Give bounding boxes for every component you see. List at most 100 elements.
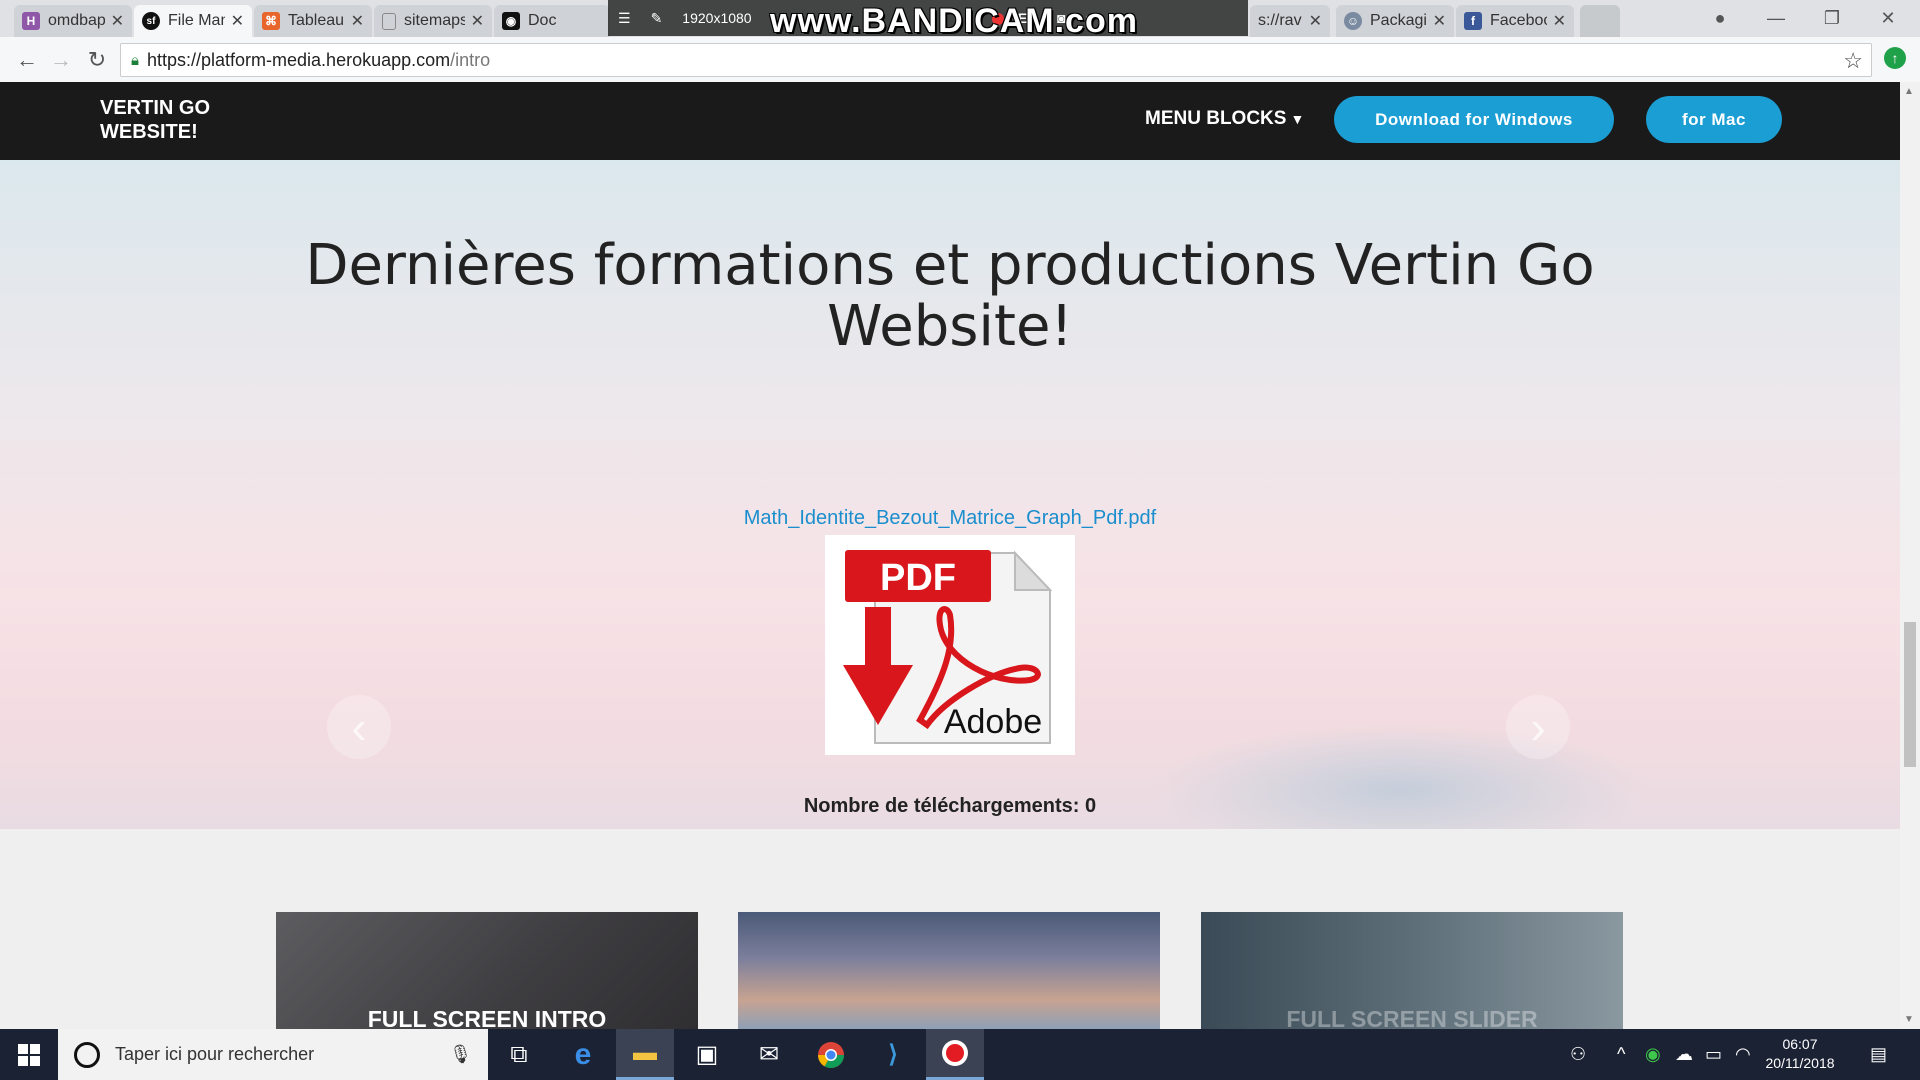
menu-icon[interactable]: ☰ xyxy=(618,10,631,27)
onedrive-icon[interactable]: ☁ xyxy=(1675,1029,1693,1080)
download-windows-button[interactable]: Download for Windows xyxy=(1334,96,1614,143)
docs-favicon-icon: ◉ xyxy=(502,12,520,30)
edge-icon[interactable]: e xyxy=(554,1029,612,1080)
tab-tableau[interactable]: ⌘ Tableau de ✕ xyxy=(254,5,372,37)
card-full-screen-slider[interactable]: FULL SCREEN SLIDER xyxy=(1201,912,1623,1029)
packagist-favicon-icon: ☺ xyxy=(1344,12,1362,30)
download-count: Nombre de téléchargements: 0 xyxy=(803,795,1097,817)
pin-icon[interactable]: ✎ xyxy=(651,10,663,27)
close-tab-icon[interactable]: ✕ xyxy=(231,11,244,31)
tab-facebook[interactable]: f Facebook ✕ xyxy=(1456,5,1574,37)
tab-packagist[interactable]: ☺ Packagist ✕ xyxy=(1336,5,1454,37)
tab-doc[interactable]: ◉ Doc xyxy=(494,5,610,37)
task-view-icon[interactable]: ⧉ xyxy=(490,1029,548,1080)
close-tab-icon[interactable]: ✕ xyxy=(1433,11,1446,31)
gallery-section: FULL SCREEN INTRO FULL SCREEN SLIDER xyxy=(0,829,1900,1029)
site-brand[interactable]: VERTIN GO WEBSITE! xyxy=(100,96,240,144)
scroll-up-icon[interactable]: ▲ xyxy=(1904,86,1914,97)
tray-chevron-icon[interactable]: ^ xyxy=(1617,1029,1625,1080)
vscode-icon[interactable]: ⟩ xyxy=(864,1029,922,1080)
minimize-button[interactable]: — xyxy=(1748,0,1804,37)
card-full-screen-intro[interactable]: FULL SCREEN INTRO xyxy=(276,912,698,1029)
store-icon[interactable]: ▣ xyxy=(678,1029,736,1080)
url-path: /intro xyxy=(450,49,491,70)
tab-title: s://rav xyxy=(1258,12,1302,29)
close-tab-icon[interactable]: ✕ xyxy=(1309,11,1322,31)
card-sunset[interactable] xyxy=(738,912,1160,1029)
chrome-icon[interactable] xyxy=(802,1029,860,1080)
close-tab-icon[interactable]: ✕ xyxy=(351,11,364,31)
battery-icon[interactable]: ▭ xyxy=(1705,1029,1722,1080)
reload-icon[interactable]: ↻ xyxy=(82,45,112,75)
pdf-file-icon[interactable]: PDF Adobe xyxy=(825,535,1075,755)
hero-title: Dernières formations et productions Vert… xyxy=(305,233,1595,359)
close-tab-icon[interactable]: ✕ xyxy=(111,11,124,31)
file-link-text[interactable]: Math_Identite_Bezout_Matrice_Graph_Pdf.p… xyxy=(744,507,1156,529)
close-tab-icon[interactable]: ✕ xyxy=(471,11,484,31)
forward-arrow-icon[interactable]: → xyxy=(46,45,76,75)
web-page: VERTIN GO WEBSITE! MENU BLOCKS ▼ Download… xyxy=(0,82,1900,1029)
taskbar-clock[interactable]: 06:07 20/11/2018 xyxy=(1760,1035,1840,1073)
adobe-label: Adobe xyxy=(944,703,1042,741)
hero-section: Dernières formations et productions Vert… xyxy=(0,160,1900,829)
tab-favicon-icon: H xyxy=(22,12,40,30)
tab-omdbapi[interactable]: H omdbapi-a ✕ xyxy=(14,5,132,37)
tab-title: Facebook xyxy=(1490,12,1547,29)
caret-down-icon: ▼ xyxy=(1290,111,1305,127)
symfony-favicon-icon: sf xyxy=(142,12,160,30)
carousel-prev-arrow-icon[interactable]: ‹ xyxy=(327,695,391,759)
restore-button[interactable]: ❐ xyxy=(1804,0,1860,37)
tab-title: sitemaps.c xyxy=(404,12,465,29)
search-placeholder: Taper ici pour rechercher xyxy=(115,1044,315,1064)
tab-title: Doc xyxy=(528,12,557,29)
bandicam-watermark: www.BANDICAM.com xyxy=(770,2,1138,40)
tab-sitemaps[interactable]: sitemaps.c ✕ xyxy=(374,5,492,37)
browser-toolbar: ← → ↻ 🔒︎ https://platform-media.herokuap… xyxy=(0,37,1920,83)
facebook-favicon-icon: f xyxy=(1464,12,1482,30)
extension-icon[interactable]: ↑ xyxy=(1884,47,1906,69)
card-label: FULL SCREEN SLIDER xyxy=(1286,1006,1538,1029)
bookmark-star-icon[interactable]: ☆ xyxy=(1843,48,1863,74)
pdf-label: PDF xyxy=(880,557,956,599)
wifi-icon[interactable]: ◠ xyxy=(1735,1029,1751,1080)
address-bar[interactable]: 🔒︎ https://platform-media.herokuapp.com … xyxy=(120,43,1872,77)
windows-taskbar: Taper ici pour rechercher 🎙︎ ⧉ e ▬ ▣ ✉ ⟩… xyxy=(0,1029,1920,1080)
back-arrow-icon[interactable]: ← xyxy=(12,45,42,75)
carousel-next-arrow-icon[interactable]: › xyxy=(1506,695,1570,759)
action-center-icon[interactable]: ▤ xyxy=(1870,1029,1887,1080)
menu-blocks-label: MENU BLOCKS xyxy=(1145,108,1287,129)
card-label: FULL SCREEN INTRO xyxy=(367,1006,607,1029)
tab-title: Packagist xyxy=(1370,12,1427,29)
site-navbar: VERTIN GO WEBSITE! MENU BLOCKS ▼ Download… xyxy=(0,82,1900,160)
new-tab-button[interactable] xyxy=(1580,5,1620,37)
clock-time: 06:07 xyxy=(1782,1036,1818,1052)
taskbar-search-box[interactable]: Taper ici pour rechercher 🎙︎ xyxy=(58,1029,488,1080)
tray-app-icon[interactable]: ◉ xyxy=(1645,1029,1661,1080)
close-window-button[interactable]: ✕ xyxy=(1860,0,1916,37)
download-mac-button[interactable]: for Mac xyxy=(1646,96,1782,143)
profile-icon[interactable]: ● xyxy=(1692,0,1748,37)
clock-date: 20/11/2018 xyxy=(1765,1055,1835,1071)
file-link[interactable]: Math_Identite_Bezout_Matrice_Graph_Pdf.p… xyxy=(600,507,1300,530)
microphone-icon[interactable]: 🎙︎ xyxy=(449,1044,472,1065)
tab-title: File Manag xyxy=(168,12,225,29)
people-icon[interactable]: ⚇ xyxy=(1570,1029,1586,1080)
page-scrollbar[interactable]: ▲ ▼ xyxy=(1900,82,1920,1029)
scroll-down-icon[interactable]: ▼ xyxy=(1904,1014,1914,1025)
resolution-label: 1920x1080 xyxy=(682,10,752,26)
tab-raw[interactable]: s://rav ✕ xyxy=(1250,5,1330,37)
tab-file-manager[interactable]: sf File Manag ✕ xyxy=(134,5,252,37)
scrollbar-thumb[interactable] xyxy=(1904,622,1916,767)
windows-start-icon[interactable] xyxy=(0,1029,58,1080)
cortana-icon xyxy=(74,1041,100,1068)
document-favicon-icon xyxy=(382,12,396,30)
tab-title: Tableau de xyxy=(288,12,345,29)
menu-blocks-dropdown[interactable]: MENU BLOCKS ▼ xyxy=(1145,108,1304,130)
close-tab-icon[interactable]: ✕ xyxy=(1553,11,1566,31)
mail-icon[interactable]: ✉ xyxy=(740,1029,798,1080)
tab-title: omdbapi-a xyxy=(48,12,105,29)
file-explorer-icon[interactable]: ▬ xyxy=(616,1029,674,1080)
url-host: https://platform-media.herokuapp.com xyxy=(146,49,451,70)
lock-icon: 🔒︎ xyxy=(131,51,139,69)
bandicam-icon[interactable] xyxy=(926,1029,984,1080)
